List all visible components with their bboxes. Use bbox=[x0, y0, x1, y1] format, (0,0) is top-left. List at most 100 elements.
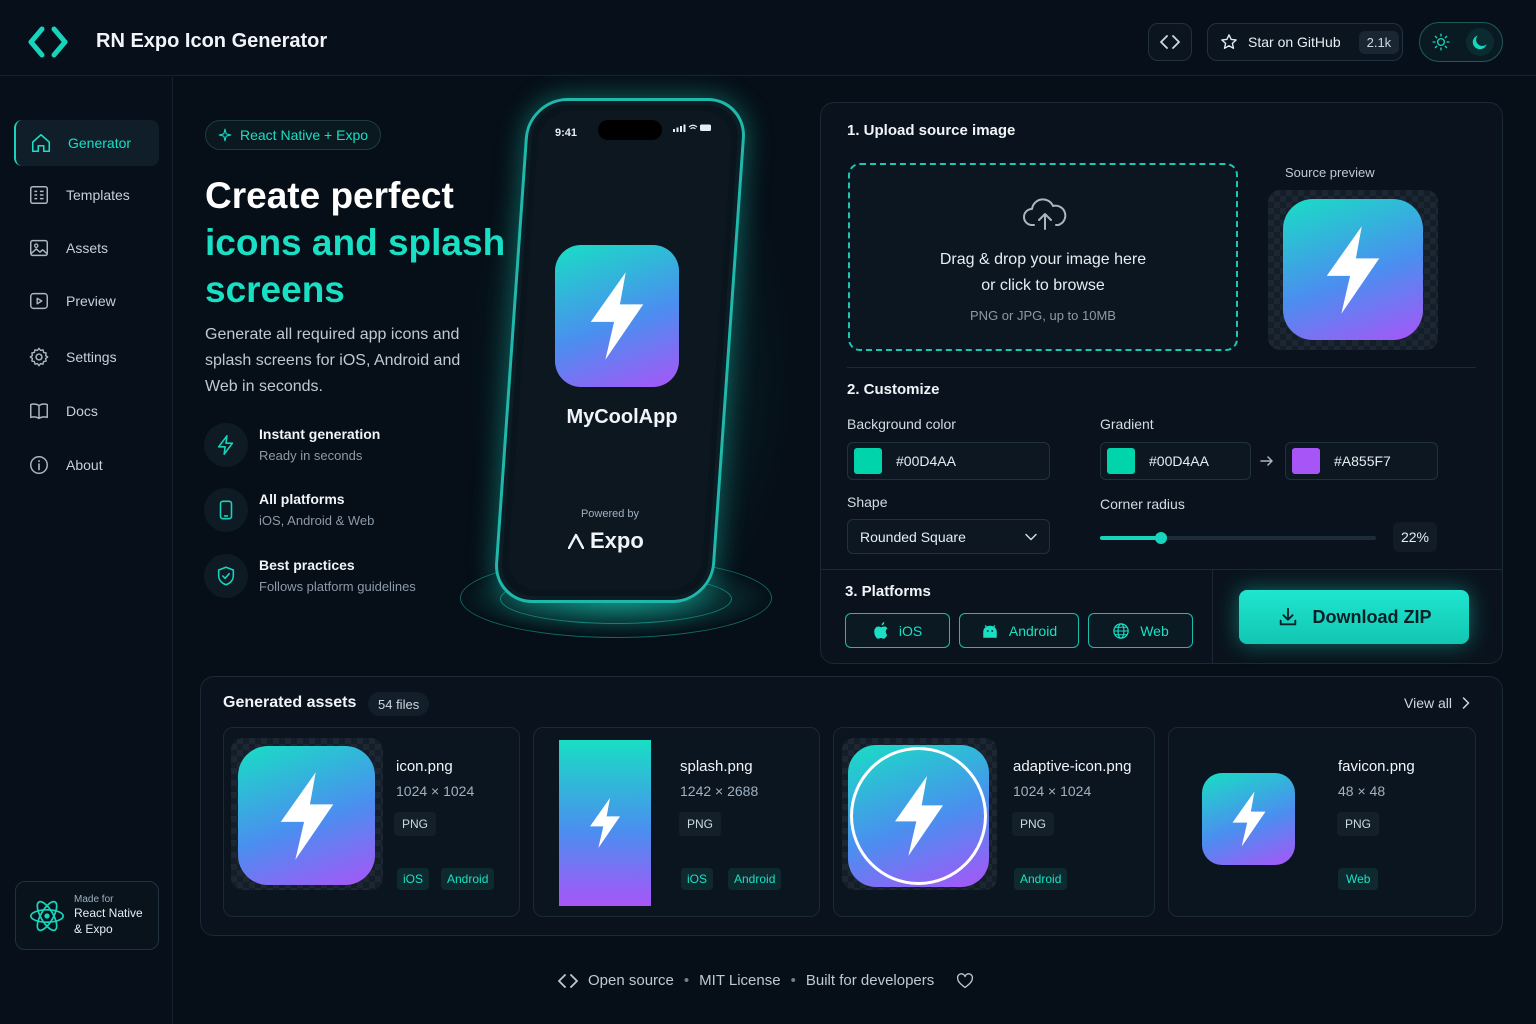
phone-status-icons bbox=[673, 124, 711, 132]
feature-subtitle: iOS, Android & Web bbox=[259, 513, 375, 528]
gradient-from-input[interactable]: #00D4AA bbox=[1100, 442, 1251, 480]
sidebar-item-label: Templates bbox=[66, 187, 130, 203]
download-zip-button[interactable]: Download ZIP bbox=[1239, 590, 1469, 644]
asset-tag-android: Android bbox=[728, 868, 782, 890]
asset-tag-android: Android bbox=[441, 868, 495, 890]
asset-tag-label: Android bbox=[734, 872, 776, 886]
asset-tag-label: Web bbox=[1346, 872, 1371, 886]
theme-toggle[interactable] bbox=[1419, 22, 1503, 62]
corner-radius-slider-fill bbox=[1100, 536, 1161, 540]
github-star-button[interactable]: Star on GitHub 2.1k bbox=[1207, 23, 1403, 61]
feature-icon-wrap bbox=[204, 423, 248, 467]
feature-platforms: All platforms iOS, Android & Web bbox=[204, 488, 464, 534]
bg-color-swatch[interactable] bbox=[854, 448, 882, 474]
sidebar-item-docs[interactable]: Docs bbox=[14, 388, 159, 434]
corner-radius-label: Corner radius bbox=[1100, 496, 1185, 512]
asset-thumb-splash bbox=[559, 740, 651, 906]
sidebar-item-about[interactable]: About bbox=[14, 442, 159, 488]
github-star-count: 2.1k bbox=[1358, 30, 1400, 54]
sidebar-item-label: About bbox=[66, 457, 103, 473]
sidebar-item-settings[interactable]: Settings bbox=[14, 334, 159, 380]
sidebar-item-templates[interactable]: Templates bbox=[14, 172, 159, 218]
gradient-to-value: #A855F7 bbox=[1334, 453, 1391, 469]
footer: Open source • MIT License • Built for de… bbox=[558, 972, 974, 989]
expo-brand: Expo bbox=[568, 528, 644, 554]
sidebar-item-generator[interactable]: Generator bbox=[14, 120, 159, 166]
bg-color-value: #00D4AA bbox=[896, 453, 956, 469]
gradient-to-input[interactable]: #A855F7 bbox=[1285, 442, 1438, 480]
asset-dimensions: 48 × 48 bbox=[1338, 783, 1386, 799]
bg-color-label: Background color bbox=[847, 416, 956, 432]
code-icon bbox=[1160, 35, 1180, 49]
footer-open-source[interactable]: Open source bbox=[588, 972, 674, 989]
asset-thumb-icon bbox=[238, 746, 375, 885]
book-icon bbox=[30, 403, 48, 420]
templates-icon bbox=[30, 186, 48, 204]
feature-subtitle: Follows platform guidelines bbox=[259, 579, 416, 594]
made-for-line1: React Native bbox=[74, 906, 143, 920]
asset-tag-web: Web bbox=[1338, 868, 1379, 890]
feature-title: Instant generation bbox=[259, 426, 381, 442]
asset-dimensions: 1242 × 2688 bbox=[680, 783, 759, 799]
made-for-badge[interactable]: Made for React Native & Expo bbox=[15, 881, 159, 950]
chevron-right-icon bbox=[1462, 697, 1470, 709]
asset-name: splash.png bbox=[680, 758, 753, 775]
sidebar-item-preview[interactable]: Preview bbox=[14, 278, 159, 324]
section-divider bbox=[821, 569, 1502, 570]
platform-web-button[interactable]: Web bbox=[1088, 613, 1193, 648]
asset-thumb-adaptive bbox=[848, 745, 989, 887]
download-icon bbox=[1279, 607, 1296, 626]
asset-name: adaptive-icon.png bbox=[1013, 758, 1132, 775]
dropzone-line1: Drag & drop your image here bbox=[939, 251, 1147, 268]
apple-icon bbox=[874, 621, 888, 639]
source-preview-image bbox=[1283, 199, 1423, 340]
footer-built-for: Built for developers bbox=[805, 972, 935, 989]
dynamic-island bbox=[598, 120, 662, 140]
image-icon bbox=[30, 239, 48, 257]
globe-icon bbox=[1113, 622, 1129, 639]
asset-tag-label: Android bbox=[447, 872, 489, 886]
footer-license[interactable]: MIT License bbox=[699, 972, 780, 989]
sidebar-item-assets[interactable]: Assets bbox=[14, 225, 159, 271]
phone-time: 9:41 bbox=[555, 127, 578, 139]
arrow-right-icon bbox=[1260, 456, 1273, 466]
section-vdivider bbox=[1212, 570, 1213, 663]
asset-dimensions: 1024 × 1024 bbox=[396, 783, 475, 799]
stack-badge-label: React Native + Expo bbox=[240, 127, 369, 143]
shape-label: Shape bbox=[847, 494, 888, 510]
platforms-section-title: 3. Platforms bbox=[845, 583, 931, 600]
feature-title: All platforms bbox=[259, 491, 345, 507]
bolt-icon bbox=[590, 798, 620, 848]
gear-icon bbox=[29, 347, 49, 367]
gradient-to-swatch[interactable] bbox=[1292, 448, 1320, 474]
app-header: RN Expo Icon Generator Star on GitHub 2.… bbox=[0, 0, 1536, 76]
bolt-icon bbox=[1232, 791, 1265, 847]
sidebar: Generator Templates Assets Preview Setti… bbox=[0, 77, 173, 1024]
chevron-down-icon bbox=[1025, 533, 1037, 540]
asset-tag-ios: iOS bbox=[681, 868, 714, 890]
corner-radius-slider[interactable] bbox=[1100, 532, 1376, 544]
platform-label: iOS bbox=[898, 622, 923, 639]
shield-check-icon bbox=[217, 566, 235, 586]
sidebar-item-label: Preview bbox=[66, 293, 116, 309]
corner-radius-slider-thumb[interactable] bbox=[1154, 532, 1167, 544]
upload-dropzone[interactable]: Drag & drop your image here or click to … bbox=[848, 163, 1238, 351]
platform-ios-button[interactable]: iOS bbox=[845, 613, 950, 648]
code-icon bbox=[558, 973, 578, 988]
heart-icon bbox=[957, 972, 974, 988]
gradient-from-swatch[interactable] bbox=[1107, 448, 1135, 474]
asset-tag-ios: iOS bbox=[397, 868, 430, 890]
asset-format-badge: PNG bbox=[1337, 812, 1380, 836]
react-atom-icon bbox=[29, 900, 65, 931]
shape-select[interactable]: Rounded Square bbox=[847, 519, 1050, 554]
moon-icon bbox=[1472, 35, 1487, 50]
corner-radius-value: 22% bbox=[1393, 522, 1437, 552]
view-all-link[interactable]: View all bbox=[1404, 695, 1470, 711]
bg-color-input[interactable]: #00D4AA bbox=[847, 442, 1050, 480]
github-star-label: Star on GitHub bbox=[1248, 34, 1341, 50]
source-code-button[interactable] bbox=[1148, 23, 1192, 61]
platform-android-button[interactable]: Android bbox=[959, 613, 1079, 648]
feature-best-practices: Best practices Follows platform guidelin… bbox=[204, 554, 464, 600]
download-zip-label: Download ZIP bbox=[1312, 606, 1432, 627]
asset-dimensions: 1024 × 1024 bbox=[1013, 783, 1092, 799]
